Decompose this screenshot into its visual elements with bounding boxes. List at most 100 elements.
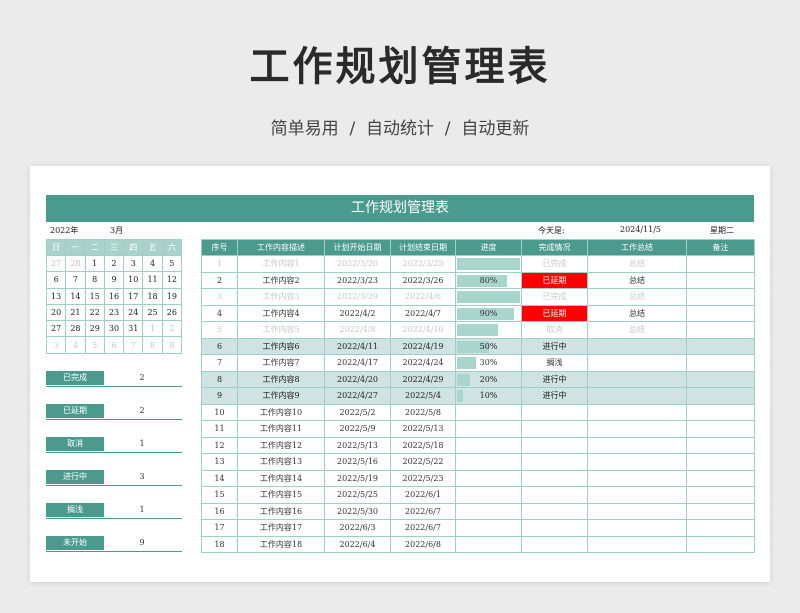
- calendar-day: 7: [123, 336, 144, 354]
- weekday-value: 星期二: [710, 226, 734, 235]
- planned-end-date: 2022/5/8: [390, 403, 456, 421]
- progress-label: 50%: [479, 341, 498, 351]
- remark: [686, 387, 755, 405]
- status-stat-item: 已完成 2: [46, 371, 182, 387]
- progress-label: 80%: [479, 275, 498, 285]
- table-row: 15 工作内容15 2022/5/25 2022/6/1: [201, 486, 755, 504]
- progress-cell: [455, 486, 522, 504]
- progress-cell: 10%: [455, 387, 522, 405]
- calendar-weekday-header: 四: [123, 239, 144, 256]
- status-stat-count: 2: [139, 373, 145, 382]
- planned-end-date: 2022/3/26: [390, 271, 456, 289]
- progress-bar: [457, 357, 476, 369]
- row-number: 18: [201, 535, 238, 553]
- completion-status: 进行中: [521, 337, 588, 355]
- month-label: 3月: [110, 226, 124, 235]
- calendar-day: 30: [103, 320, 125, 338]
- calendar-day: 12: [161, 271, 183, 289]
- planned-start-date: 2022/5/9: [324, 420, 391, 438]
- calendar-day: 5: [161, 254, 183, 273]
- planned-end-date: 2022/4/19: [390, 337, 456, 355]
- row-number: 7: [201, 354, 238, 372]
- calendar-day: 18: [142, 287, 163, 305]
- completion-status: [521, 469, 588, 487]
- table-row: 17 工作内容17 2022/6/3 2022/6/7: [201, 519, 755, 537]
- status-stat-underline: [46, 518, 182, 519]
- completion-status: 已完成: [521, 288, 588, 306]
- calendar-day: 28: [65, 254, 86, 273]
- row-number: 16: [201, 502, 238, 520]
- planned-end-date: 2022/3/25: [390, 255, 456, 273]
- status-stat-label: 已完成: [46, 371, 104, 385]
- task-description: 工作内容10: [237, 403, 325, 421]
- status-stat-underline: [46, 551, 182, 552]
- remark: [686, 321, 755, 339]
- completion-status: [521, 535, 588, 553]
- planned-start-date: 2022/5/2: [324, 403, 391, 421]
- work-summary: [587, 453, 687, 471]
- row-number: 5: [201, 321, 238, 339]
- calendar-day: 6: [103, 336, 125, 354]
- progress-bar: [457, 390, 464, 402]
- progress-bar: [457, 324, 498, 336]
- calendar-day: 4: [142, 254, 163, 273]
- task-description: 工作内容13: [237, 453, 325, 471]
- remark: [686, 337, 755, 355]
- task-description: 工作内容18: [237, 535, 325, 553]
- table-row: 14 工作内容14 2022/5/19 2022/5/23: [201, 469, 755, 487]
- completion-status: [521, 519, 588, 537]
- calendar-day: 8: [142, 336, 163, 354]
- completion-status: [521, 403, 588, 421]
- calendar-day: 27: [45, 320, 67, 338]
- status-stat-underline: [46, 452, 182, 453]
- work-summary: [587, 403, 687, 421]
- row-number: 11: [201, 420, 238, 438]
- calendar-day: 26: [161, 303, 183, 322]
- planned-start-date: 2022/5/16: [324, 453, 391, 471]
- table-row: 16 工作内容16 2022/5/30 2022/6/7: [201, 502, 755, 520]
- work-summary: [587, 486, 687, 504]
- table-row: 5 工作内容5 2022/4/8 2022/4/10 取消 总结: [201, 321, 755, 339]
- calendar-weekday-header: 一: [65, 239, 86, 256]
- calendar-day: 16: [103, 287, 125, 305]
- task-description: 工作内容6: [237, 337, 325, 355]
- row-number: 2: [201, 271, 238, 289]
- completion-status: [521, 502, 588, 520]
- work-summary: [587, 502, 687, 520]
- calendar-day: 9: [103, 271, 125, 289]
- calendar-grid: 日一二三四五六 27 28 1 2 3 4 5 6 7 8 9 10 11 12 13 14 15 16 17 18 1…: [45, 239, 183, 354]
- completion-status: 进行中: [521, 370, 588, 388]
- planned-end-date: 2022/5/23: [390, 469, 456, 487]
- remark: [686, 370, 755, 388]
- work-summary: [587, 370, 687, 388]
- calendar-day: 1: [84, 254, 105, 273]
- calendar-day: 3: [123, 254, 144, 273]
- task-description: 工作内容14: [237, 469, 325, 487]
- progress-cell: [455, 535, 522, 553]
- row-number: 10: [201, 403, 238, 421]
- calendar-weekday-header: 六: [161, 239, 183, 256]
- completion-status: 已延期: [521, 271, 588, 289]
- remark: [686, 519, 755, 537]
- calendar-day: 17: [123, 287, 144, 305]
- task-description: 工作内容15: [237, 486, 325, 504]
- remark: [686, 502, 755, 520]
- planned-end-date: 2022/6/8: [390, 535, 456, 553]
- sheet-banner-title: 工作规划管理表: [46, 195, 754, 222]
- status-stat-item: 已延期 2: [46, 404, 182, 420]
- table-row: 3 工作内容3 2022/3/29 2022/4/6 已完成 总结: [201, 288, 755, 306]
- column-header: 工作内容描述: [237, 239, 325, 256]
- calendar-day: 2: [103, 254, 125, 273]
- progress-cell: [455, 502, 522, 520]
- table-row: 9 工作内容9 2022/4/27 2022/5/4 10% 进行中: [201, 387, 755, 405]
- calendar-day: 28: [65, 320, 86, 338]
- table-row: 7 工作内容7 2022/4/17 2022/4/24 30% 搁浅: [201, 354, 755, 372]
- status-stat-underline: [46, 485, 182, 486]
- status-stat-count: 3: [139, 472, 145, 481]
- remark: [686, 469, 755, 487]
- status-stat-count: 1: [139, 439, 145, 448]
- row-number: 3: [201, 288, 238, 306]
- status-stat-item: 未开始 9: [46, 536, 182, 552]
- planned-end-date: 2022/4/24: [390, 354, 456, 372]
- work-summary: [587, 469, 687, 487]
